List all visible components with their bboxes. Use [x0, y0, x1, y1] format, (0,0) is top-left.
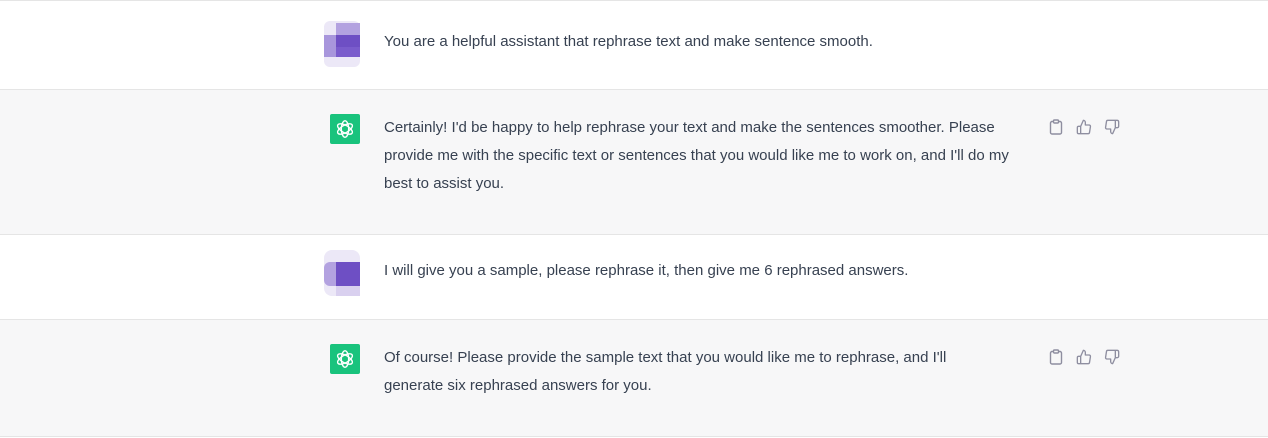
clipboard-icon[interactable]: [1047, 118, 1065, 136]
user-avatar: [324, 250, 360, 296]
message-text: I will give you a sample, please rephras…: [384, 262, 909, 279]
thumbs-down-icon[interactable]: [1103, 348, 1121, 366]
thumbs-down-icon[interactable]: [1103, 118, 1121, 136]
thumbs-up-icon[interactable]: [1075, 348, 1093, 366]
message-text: Certainly! I'd be happy to help rephrase…: [384, 119, 1009, 192]
openai-logo-icon: [330, 344, 360, 374]
user-message: I will give you a sample, please rephras…: [0, 235, 1268, 320]
message-text: Of course! Please provide the sample tex…: [384, 349, 947, 394]
message-actions: [1047, 118, 1121, 136]
openai-logo-icon: [330, 114, 360, 144]
conversation-thread: You are a helpful assistant that rephras…: [0, 0, 1268, 438]
assistant-message: Of course! Please provide the sample tex…: [0, 320, 1268, 437]
thumbs-up-icon[interactable]: [1075, 118, 1093, 136]
clipboard-icon[interactable]: [1047, 348, 1065, 366]
message-actions: [1047, 348, 1121, 366]
assistant-message: Certainly! I'd be happy to help rephrase…: [0, 90, 1268, 235]
user-avatar: [324, 21, 360, 67]
user-message: You are a helpful assistant that rephras…: [0, 0, 1268, 90]
message-text: You are a helpful assistant that rephras…: [384, 33, 873, 50]
